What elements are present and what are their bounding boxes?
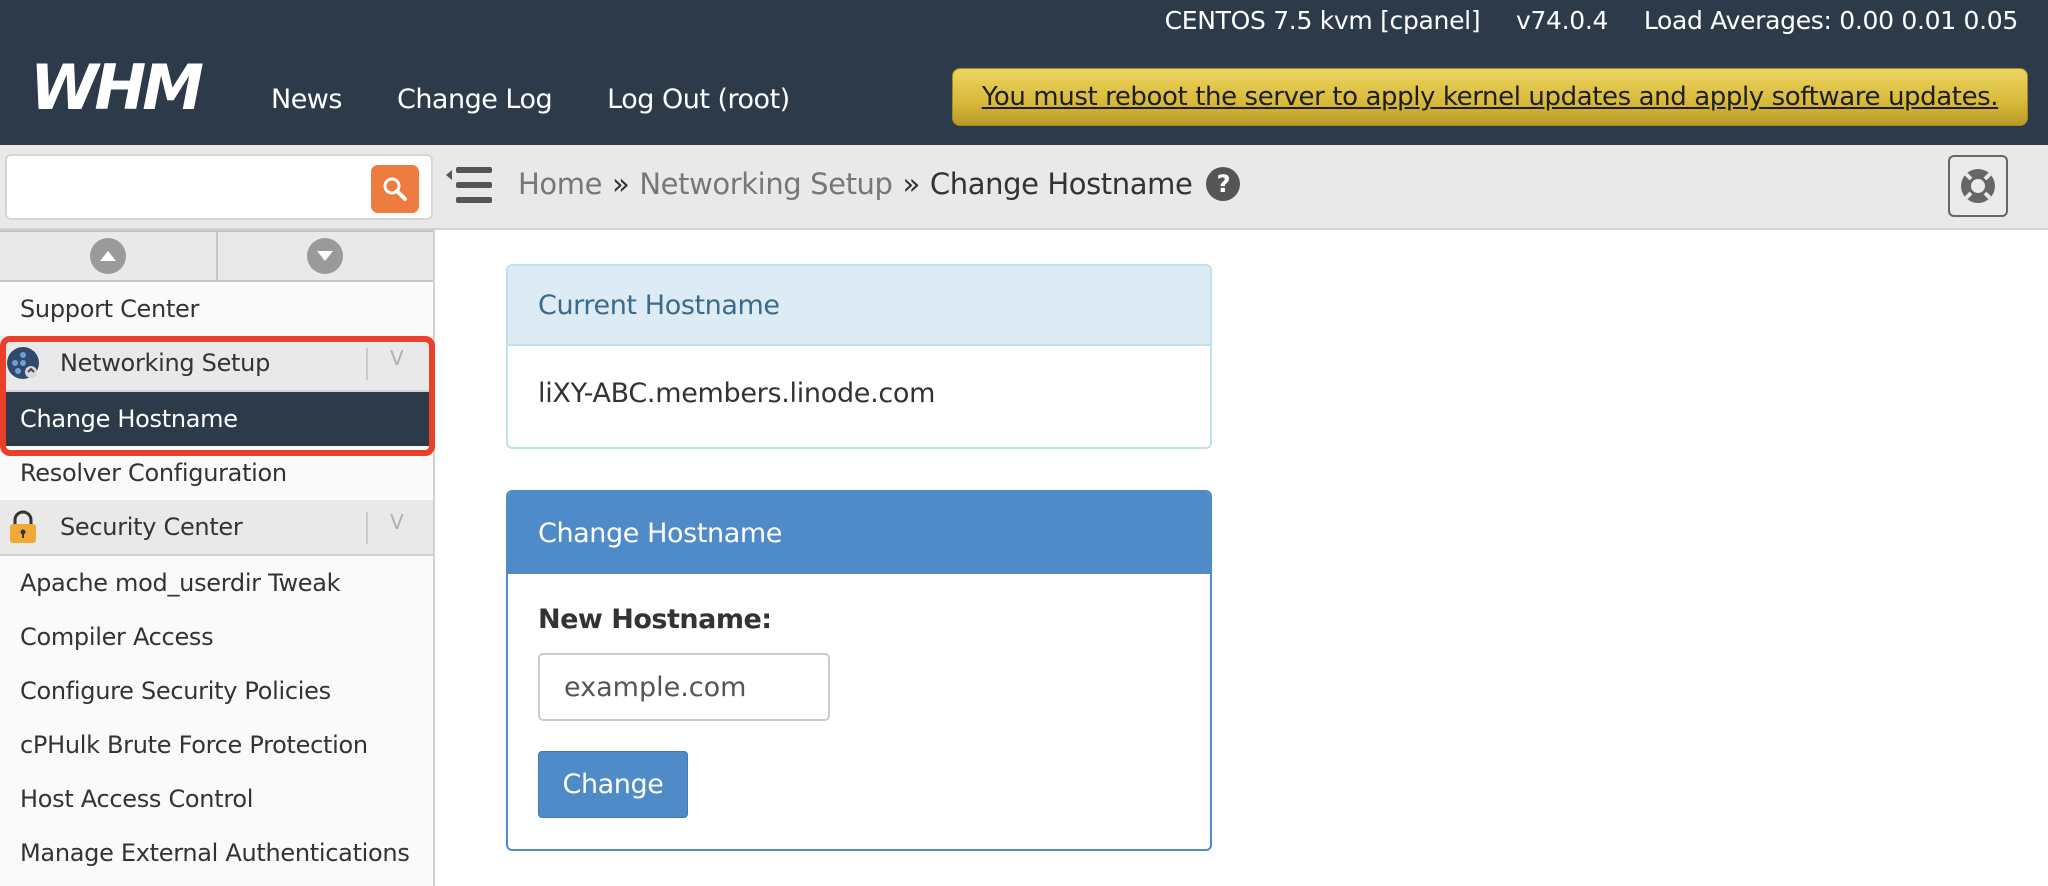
- scroll-up-button[interactable]: [0, 232, 216, 280]
- chevron-down-icon[interactable]: V: [390, 510, 404, 534]
- new-hostname-input[interactable]: [538, 653, 830, 721]
- chevron-down-icon: [307, 238, 344, 274]
- sidebar-category-networking-setup[interactable]: Networking Setup V: [0, 336, 433, 392]
- whm-logo[interactable]: WHM: [30, 56, 230, 116]
- nav-change-log-link[interactable]: Change Log: [397, 84, 553, 115]
- sidebar-item-configure-security-policies[interactable]: Configure Security Policies: [0, 664, 433, 718]
- sidebar-item-label: Resolver Configuration: [20, 459, 287, 487]
- lock-icon: [6, 510, 40, 544]
- breadcrumb-current: Change Hostname: [929, 167, 1193, 201]
- nav-news-link[interactable]: News: [271, 84, 342, 115]
- sidebar-item-support-center[interactable]: Support Center: [0, 282, 433, 336]
- current-hostname-panel: Current Hostname liXY-ABC.members.linode…: [506, 264, 1212, 449]
- sidebar-item-label: cPHulk Brute Force Protection: [20, 731, 368, 759]
- server-version: v74.0.4: [1515, 6, 1609, 35]
- nav-logout-link[interactable]: Log Out (root): [607, 84, 790, 115]
- sidebar-item-label: Host Access Control: [20, 785, 254, 813]
- search-box: [5, 154, 433, 220]
- breadcrumb-networking-setup[interactable]: Networking Setup: [639, 167, 893, 201]
- sidebar-item-label: Manage External Authentications: [20, 839, 410, 867]
- sidebar-item-label: Apache mod_userdir Tweak: [20, 569, 341, 597]
- chevron-down-icon[interactable]: V: [390, 346, 404, 370]
- reboot-notice-banner: You must reboot the server to apply kern…: [952, 68, 2028, 126]
- sidebar-category-label: Networking Setup: [60, 349, 271, 377]
- sidebar-item-label: Configure Security Policies: [20, 677, 331, 705]
- category-divider: [366, 512, 368, 544]
- sidebar-item-label: Support Center: [20, 295, 200, 323]
- sidebar-item-resolver-configuration[interactable]: Resolver Configuration: [0, 446, 433, 500]
- breadcrumb: Home » Networking Setup » Change Hostnam…: [518, 167, 1241, 201]
- networking-icon: [6, 346, 40, 380]
- top-header: CENTOS 7.5 kvm [cpanel] v74.0.4 Load Ave…: [0, 0, 2048, 145]
- sidebar-item-compiler-access[interactable]: Compiler Access: [0, 610, 433, 664]
- sidebar-collapse-icon[interactable]: [446, 165, 494, 205]
- sidebar-item-apache-mod-userdir-tweak[interactable]: Apache mod_userdir Tweak: [0, 556, 433, 610]
- change-hostname-title: Change Hostname: [508, 492, 1210, 574]
- scroll-down-button[interactable]: [215, 232, 434, 280]
- load-averages: Load Averages: 0.00 0.01 0.05: [1643, 6, 2018, 35]
- sidebar-category-label: Security Center: [60, 513, 243, 541]
- current-hostname-value: liXY-ABC.members.linode.com: [538, 378, 936, 409]
- logo-text: WHM: [30, 56, 203, 116]
- search-button[interactable]: [371, 165, 419, 213]
- sidebar-category-security-center[interactable]: Security Center V: [0, 500, 433, 556]
- current-hostname-title: Current Hostname: [508, 266, 1210, 346]
- search-icon: [383, 177, 407, 201]
- change-button[interactable]: Change: [538, 751, 688, 818]
- server-info: CENTOS 7.5 kvm [cpanel] v74.0.4 Load Ave…: [1137, 6, 2019, 35]
- sidebar-item-label: Compiler Access: [20, 623, 214, 651]
- sidebar-item-host-access-control[interactable]: Host Access Control: [0, 772, 433, 826]
- sidebar-item-cphulk-brute-force-protection[interactable]: cPHulk Brute Force Protection: [0, 718, 433, 772]
- search-input[interactable]: [15, 164, 365, 210]
- support-button[interactable]: [1948, 155, 2008, 217]
- lifebuoy-icon: [1961, 169, 1995, 203]
- category-divider: [366, 348, 368, 380]
- sidebar-item-label: Change Hostname: [20, 405, 238, 433]
- new-hostname-label: New Hostname:: [538, 604, 772, 635]
- change-hostname-panel: Change Hostname New Hostname: Change: [506, 490, 1212, 851]
- sidebar: Support Center Networking Setup V Change…: [0, 230, 435, 886]
- server-os: CENTOS 7.5 kvm [cpanel]: [1164, 6, 1481, 35]
- help-icon[interactable]: ?: [1206, 167, 1241, 201]
- sidebar-item-manage-external-authentications[interactable]: Manage External Authentications: [0, 826, 433, 880]
- reboot-notice-link[interactable]: You must reboot the server to apply kern…: [982, 82, 1999, 112]
- change-hostname-form: New Hostname: Change: [508, 574, 1210, 848]
- breadcrumb-separator: »: [902, 167, 921, 201]
- sidebar-item-change-hostname[interactable]: Change Hostname: [0, 392, 433, 446]
- breadcrumb-home[interactable]: Home: [518, 167, 602, 201]
- breadcrumb-separator: »: [612, 167, 630, 201]
- breadcrumb-bar: Home » Networking Setup » Change Hostnam…: [0, 145, 2048, 230]
- chevron-up-icon: [89, 238, 126, 274]
- sidebar-scroll-controls: [0, 230, 433, 282]
- top-nav: News Change Log Log Out (root): [271, 84, 845, 115]
